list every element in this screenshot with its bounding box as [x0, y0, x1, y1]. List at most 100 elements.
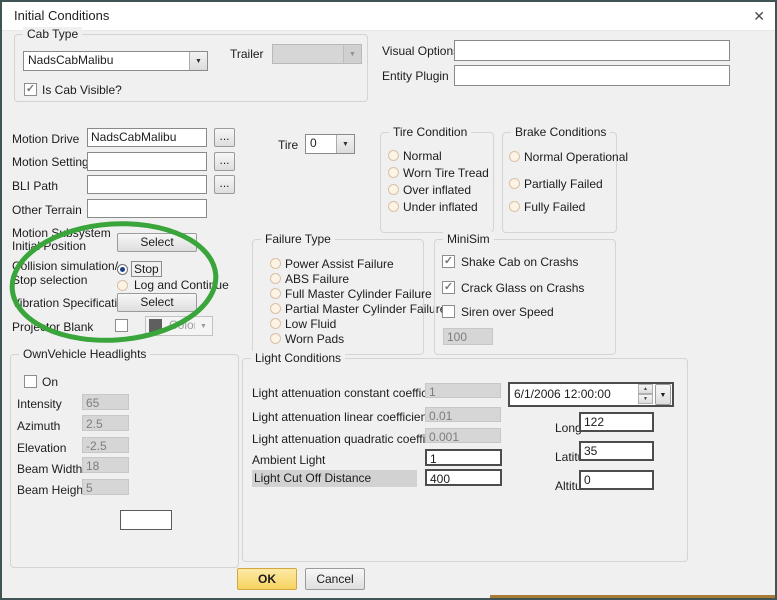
tire-over-inflated-radio[interactable]: [388, 184, 399, 195]
title-bar: Initial Conditions ✕: [2, 2, 775, 31]
failure-partial-master-radio[interactable]: [270, 303, 281, 314]
stop-radio-label[interactable]: Stop: [132, 262, 161, 276]
motion-drive-input[interactable]: NadsCabMalibu: [87, 128, 207, 147]
visual-options-input[interactable]: [454, 40, 730, 61]
ambient-light-input[interactable]: 1: [425, 449, 502, 466]
motion-subsystem-select-button[interactable]: Select: [117, 233, 197, 252]
failure-full-master-label[interactable]: Full Master Cylinder Failure: [285, 287, 432, 301]
tire-normal-radio[interactable]: [388, 150, 399, 161]
failure-worn-pads-label[interactable]: Worn Pads: [285, 332, 344, 346]
bli-path-input[interactable]: [87, 175, 207, 194]
azimuth-label: Azimuth: [17, 419, 60, 433]
shake-cab-checkbox[interactable]: ✓: [442, 255, 455, 268]
tire-under-inflated-label[interactable]: Under inflated: [403, 200, 478, 214]
brake-partial-radio[interactable]: [509, 178, 520, 189]
chevron-down-icon: ▼: [343, 45, 361, 63]
headlights-on-label[interactable]: On: [42, 375, 58, 389]
headlights-on-checkbox[interactable]: [24, 375, 37, 388]
failure-power-assist-label[interactable]: Power Assist Failure: [285, 257, 394, 271]
chevron-down-icon[interactable]: ▼: [336, 135, 354, 153]
collision-label-line1: Collision simulation/: [12, 259, 118, 273]
headlights-extra-input[interactable]: [120, 510, 172, 530]
tire-worn-radio[interactable]: [388, 167, 399, 178]
light-constant-label: Light attenuation constant coefficient: [252, 386, 447, 400]
failure-low-fluid-radio[interactable]: [270, 318, 281, 329]
log-and-continue-label[interactable]: Log and Continue: [134, 278, 229, 292]
motion-settings-input[interactable]: [87, 152, 207, 171]
is-cab-visible-label[interactable]: Is Cab Visible?: [42, 83, 122, 97]
latitude-input[interactable]: 35: [579, 441, 654, 461]
tire-over-inflated-label[interactable]: Over inflated: [403, 183, 471, 197]
shake-cab-label[interactable]: Shake Cab on Crashs: [461, 255, 578, 269]
entity-plugin-input[interactable]: [454, 65, 730, 86]
initial-conditions-dialog: Initial Conditions ✕ Cab Type NadsCabMal…: [0, 0, 777, 600]
chevron-down-icon: ▼: [195, 317, 212, 335]
log-and-continue-radio[interactable]: [117, 280, 128, 291]
tire-normal-label[interactable]: Normal: [403, 149, 442, 163]
motion-settings-label: Motion Settings: [12, 155, 95, 169]
datetime-spinner[interactable]: ▲ ▼: [638, 384, 653, 404]
failure-worn-pads-radio[interactable]: [270, 333, 281, 344]
motion-subsystem-label-line2: Initial Position: [12, 239, 86, 253]
brake-partial-label[interactable]: Partially Failed: [524, 177, 603, 191]
minisim-legend: MiniSim: [443, 232, 494, 246]
ambient-light-label: Ambient Light: [252, 453, 325, 467]
projector-color-combo: Color ▼: [145, 316, 213, 336]
failure-power-assist-radio[interactable]: [270, 258, 281, 269]
intensity-label: Intensity: [17, 397, 62, 411]
check-icon: ✓: [444, 255, 453, 267]
other-terrain-input[interactable]: [87, 199, 207, 218]
motion-settings-browse-button[interactable]: ...: [214, 152, 235, 171]
siren-over-speed-label[interactable]: Siren over Speed: [461, 305, 554, 319]
visual-options-label: Visual Options: [382, 44, 459, 58]
light-quadratic-input: 0.001: [425, 428, 501, 443]
brake-conditions-legend: Brake Conditions: [511, 125, 610, 139]
headlights-legend: OwnVehicle Headlights: [19, 347, 150, 361]
light-cutoff-input[interactable]: 400: [425, 469, 502, 486]
crack-glass-label[interactable]: Crack Glass on Crashs: [461, 281, 584, 295]
bli-path-browse-button[interactable]: ...: [214, 175, 235, 194]
color-swatch-icon: [149, 319, 162, 332]
vibration-select-button[interactable]: Select: [117, 293, 197, 312]
failure-partial-master-label[interactable]: Partial Master Cylinder Failure: [285, 302, 446, 316]
check-icon: ✓: [26, 83, 35, 95]
close-icon[interactable]: ✕: [753, 8, 765, 25]
longitude-input[interactable]: 122: [579, 412, 654, 432]
brake-fully-label[interactable]: Fully Failed: [524, 200, 585, 214]
crack-glass-checkbox[interactable]: ✓: [442, 281, 455, 294]
siren-over-speed-checkbox[interactable]: [442, 305, 455, 318]
projector-blank-label: Projector Blank: [12, 320, 93, 334]
azimuth-input: 2.5: [82, 415, 129, 431]
brake-normal-label[interactable]: Normal Operational: [524, 150, 628, 164]
projector-blank-checkbox[interactable]: [115, 319, 128, 332]
tire-combo[interactable]: 0 ▼: [305, 134, 355, 154]
failure-low-fluid-label[interactable]: Low Fluid: [285, 317, 336, 331]
motion-subsystem-label-line1: Motion Subsystem: [12, 226, 111, 240]
motion-drive-label: Motion Drive: [12, 132, 79, 146]
failure-abs-radio[interactable]: [270, 273, 281, 284]
brake-normal-radio[interactable]: [509, 151, 520, 162]
altitude-input[interactable]: 0: [579, 470, 654, 490]
is-cab-visible-checkbox[interactable]: ✓: [24, 83, 37, 96]
tire-worn-label[interactable]: Worn Tire Tread: [403, 166, 489, 180]
elevation-label: Elevation: [17, 441, 66, 455]
brake-fully-radio[interactable]: [509, 201, 520, 212]
motion-drive-browse-button[interactable]: ...: [214, 128, 235, 147]
cab-type-legend: Cab Type: [23, 27, 82, 41]
ok-button[interactable]: OK: [237, 568, 297, 590]
failure-abs-label[interactable]: ABS Failure: [285, 272, 349, 286]
spinner-down-icon[interactable]: ▼: [638, 394, 653, 404]
failure-full-master-radio[interactable]: [270, 288, 281, 299]
datetime-dropdown-button[interactable]: ▼: [655, 384, 671, 405]
cab-type-combo[interactable]: NadsCabMalibu ▼: [23, 51, 208, 71]
tire-under-inflated-radio[interactable]: [388, 201, 399, 212]
light-conditions-legend: Light Conditions: [251, 351, 345, 365]
stop-radio[interactable]: [117, 264, 128, 275]
chevron-down-icon[interactable]: ▼: [189, 52, 207, 70]
trailer-combo: ▼: [272, 44, 362, 64]
spinner-up-icon[interactable]: ▲: [638, 384, 653, 394]
bottom-edge-strip: [490, 595, 775, 598]
collision-label-line2: Stop selection: [12, 273, 87, 287]
trailer-label: Trailer: [230, 47, 264, 61]
cancel-button[interactable]: Cancel: [305, 568, 365, 590]
